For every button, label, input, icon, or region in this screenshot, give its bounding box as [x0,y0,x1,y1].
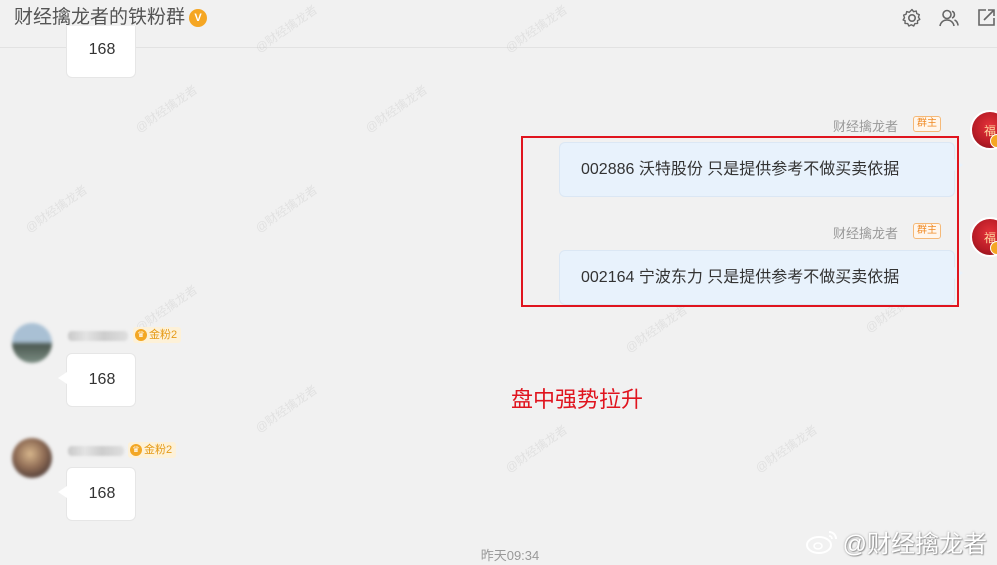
members-icon[interactable] [937,6,961,30]
weibo-watermark: @财经擒龙者 [805,524,987,559]
message-text: 168 [88,41,116,58]
background-watermark: @财经擒龙者 [252,382,320,436]
background-watermark: @财经擒龙者 [622,302,690,356]
annotation-text: 盘中强势拉升 [511,387,644,412]
settings-icon[interactable] [900,6,924,30]
highlight-box [521,136,959,307]
blurred-username [68,331,128,341]
blurred-username [68,446,124,456]
background-watermark: @财经擒龙者 [22,182,90,236]
background-watermark: @财经擒龙者 [132,82,200,136]
watermark-text: @财经擒龙者 [842,531,987,558]
fan-level-badge: ♛ 金粉2 [133,327,182,343]
message-text: 168 [88,371,116,388]
chat-header: 财经擒龙者的铁粉群 V [0,0,997,48]
crown-icon: ♛ [135,329,147,341]
user-avatar[interactable] [12,438,52,478]
crown-icon: ♛ [130,444,142,456]
background-watermark: @财经擒龙者 [752,422,820,476]
message-bubble-incoming[interactable]: 168 [58,467,136,521]
background-watermark: @财经擒龙者 [502,422,570,476]
verified-badge-icon [990,134,997,148]
message-bubble-incoming[interactable]: 168 [66,26,136,78]
message-text: 168 [88,485,116,502]
weibo-logo-icon [805,530,837,554]
background-watermark: @财经擒龙者 [362,82,430,136]
background-watermark: @财经擒龙者 [252,182,320,236]
owner-badge: 群主 [913,116,941,132]
sender-name: 财经擒龙者 [833,119,899,134]
share-icon[interactable] [974,6,997,30]
fan-level-badge: ♛ 金粉2 [128,442,177,458]
user-avatar[interactable] [12,323,52,363]
verified-badge-icon: V [189,9,208,27]
verified-badge-icon [990,241,997,255]
message-bubble-incoming[interactable]: 168 [58,353,136,407]
